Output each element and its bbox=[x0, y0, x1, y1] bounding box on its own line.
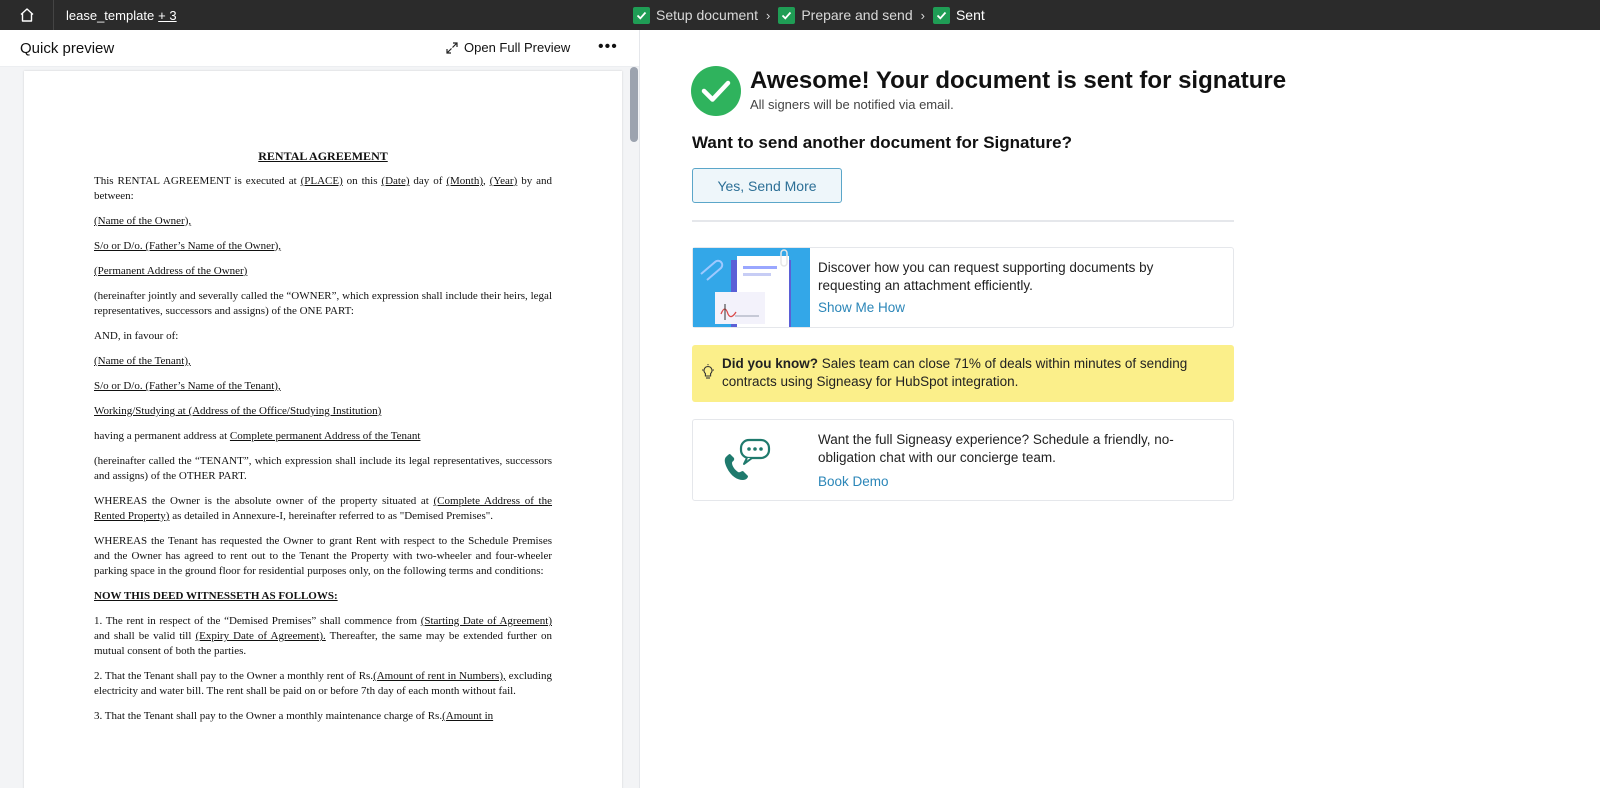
success-check-icon bbox=[691, 66, 741, 116]
home-button[interactable] bbox=[0, 0, 54, 30]
open-full-preview-label: Open Full Preview bbox=[464, 40, 571, 55]
doc-paragraph: (Name of the Tenant), bbox=[94, 355, 191, 367]
doc-paragraph: (Permanent Address of the Owner) bbox=[94, 265, 248, 277]
divider bbox=[692, 220, 1234, 222]
step-sent[interactable]: Sent bbox=[932, 6, 985, 24]
step-label: Sent bbox=[955, 7, 985, 23]
document-page: RENTAL AGREEMENT This RENTAL AGREEMENT i… bbox=[24, 71, 622, 788]
book-demo-text: Want the full Signeasy experience? Sched… bbox=[818, 432, 1174, 465]
home-icon bbox=[20, 8, 33, 22]
doc-paragraph: (hereinafter called the “TENANT”, which … bbox=[94, 455, 552, 482]
doc-paragraph: (hereinafter jointly and severally calle… bbox=[94, 290, 552, 317]
book-demo-link[interactable]: Book Demo bbox=[818, 474, 889, 489]
did-you-know-text: Did you know? Sales team can close 71% o… bbox=[722, 356, 1188, 389]
doc-heading: NOW THIS DEED WITNESSETH AS FOLLOWS: bbox=[94, 590, 338, 602]
preview-header: Quick preview Open Full Preview ••• bbox=[0, 30, 639, 67]
top-bar: lease_template + 3 Setup document › Prep… bbox=[0, 0, 1600, 30]
doc-paragraph: Working/Studying at (Address of the Offi… bbox=[94, 405, 382, 417]
check-icon bbox=[778, 6, 796, 24]
send-another-question: Want to send another document for Signat… bbox=[692, 133, 1072, 152]
step-label: Setup document bbox=[656, 7, 758, 23]
send-more-button[interactable]: Yes, Send More bbox=[692, 168, 842, 203]
doc-paragraph: having a permanent address at Complete p… bbox=[94, 430, 421, 442]
check-icon bbox=[932, 6, 950, 24]
doc-paragraph: (Name of the Owner), bbox=[94, 215, 192, 227]
doc-paragraph: S/o or D/o. (Father’s Name of the Tenant… bbox=[94, 380, 281, 392]
quick-preview-panel: Quick preview Open Full Preview ••• RENT… bbox=[0, 30, 640, 788]
doc-paragraph: WHEREAS the Tenant has requested the Own… bbox=[94, 535, 552, 577]
step-prepare-and-send[interactable]: Prepare and send bbox=[778, 6, 913, 24]
step-setup-document[interactable]: Setup document bbox=[633, 6, 758, 24]
did-you-know-banner: Did you know? Sales team can close 71% o… bbox=[692, 345, 1234, 402]
progress-steps: Setup document › Prepare and send › Sent bbox=[633, 0, 985, 30]
sent-confirmation-panel: Awesome! Your document is sent for signa… bbox=[640, 30, 1600, 788]
doc-paragraph: This RENTAL AGREEMENT is executed at (PL… bbox=[94, 175, 552, 202]
show-me-how-link[interactable]: Show Me How bbox=[818, 300, 905, 315]
preview-title: Quick preview bbox=[20, 39, 115, 57]
doc-paragraph: 1. The rent in respect of the “Demised P… bbox=[94, 615, 553, 657]
step-label: Prepare and send bbox=[801, 7, 913, 23]
document-name: lease_template bbox=[66, 7, 155, 23]
lightbulb-icon bbox=[702, 364, 714, 379]
check-icon bbox=[633, 6, 650, 24]
attachment-tip-card: Discover how you can request supporting … bbox=[692, 247, 1234, 328]
expand-icon bbox=[446, 41, 458, 54]
doc-paragraph: 2. That the Tenant shall pay to the Owne… bbox=[94, 670, 552, 697]
more-options-icon[interactable]: ••• bbox=[598, 39, 618, 55]
doc-paragraph: AND, in favour of: bbox=[94, 330, 179, 342]
document-count-link[interactable]: + 3 bbox=[158, 8, 176, 23]
success-title: Awesome! Your document is sent for signa… bbox=[750, 67, 1287, 94]
doc-title: RENTAL AGREEMENT bbox=[258, 149, 388, 163]
phone-chat-icon bbox=[724, 438, 771, 480]
document-viewer[interactable]: RENTAL AGREEMENT This RENTAL AGREEMENT i… bbox=[0, 67, 640, 788]
attachment-tip-text: Discover how you can request supporting … bbox=[818, 260, 1154, 293]
attachment-illustration bbox=[693, 248, 810, 327]
chevron-right-icon: › bbox=[920, 7, 925, 23]
open-full-preview-button[interactable]: Open Full Preview bbox=[446, 40, 570, 55]
book-demo-card: Want the full Signeasy experience? Sched… bbox=[692, 419, 1234, 501]
doc-paragraph: WHEREAS the Owner is the absolute owner … bbox=[94, 495, 553, 522]
doc-paragraph: S/o or D/o. (Father’s Name of the Owner)… bbox=[94, 240, 282, 252]
scrollbar-thumb[interactable] bbox=[630, 67, 638, 142]
doc-paragraph: 3. That the Tenant shall pay to the Owne… bbox=[94, 710, 494, 722]
success-subtitle: All signers will be notified via email. bbox=[750, 97, 954, 112]
chevron-right-icon: › bbox=[765, 7, 771, 23]
